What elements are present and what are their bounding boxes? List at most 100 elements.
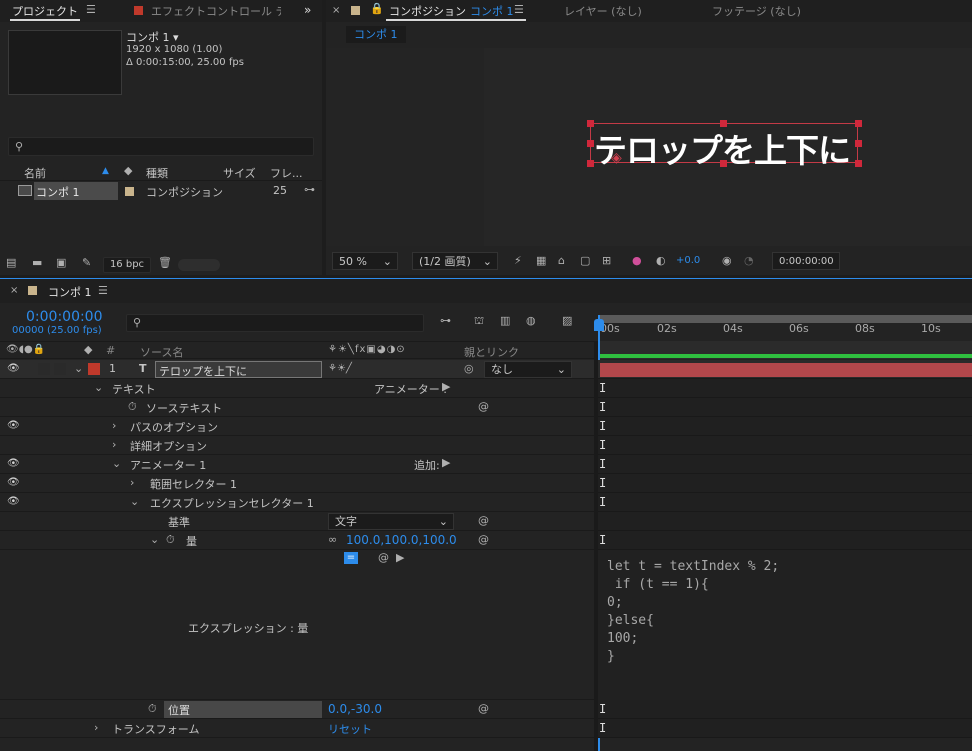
col-source-header[interactable]: ソース名 — [140, 344, 183, 360]
handle-br[interactable] — [855, 160, 862, 167]
prop-source-text-row[interactable]: ⏱ ソーステキスト @ — [0, 398, 594, 417]
fast-preview-icon[interactable]: ⚡ — [514, 255, 522, 267]
parent-select[interactable]: なし ⌄ — [484, 361, 572, 378]
viewer-timecode[interactable]: 0:00:00:00 — [772, 252, 840, 270]
visibility-icon[interactable]: 👁 — [7, 496, 20, 508]
brush-icon[interactable]: ✎ — [82, 257, 91, 269]
layer-track[interactable] — [598, 354, 972, 379]
tab-composition[interactable]: コンポジション — [389, 3, 466, 19]
expand-chevron-icon[interactable]: ⌄ — [112, 458, 121, 470]
expression-code[interactable]: let t = textIndex % 2; if (t == 1){ 0; }… — [607, 558, 779, 666]
prop-path-options-row[interactable]: 👁 › パスのオプション — [0, 417, 594, 436]
anchor-point-icon[interactable]: ◈ — [611, 151, 622, 165]
expand-chevron-icon[interactable]: ⌄ — [150, 534, 159, 546]
interpret-footage-icon[interactable]: ▤ — [6, 257, 16, 269]
expand-chevron-icon[interactable]: ⌄ — [94, 382, 103, 394]
col-name-header[interactable]: 名前 — [24, 165, 46, 181]
stopwatch-icon[interactable]: ⏱ — [128, 401, 137, 413]
frame-blending-icon[interactable]: ▥ — [500, 315, 510, 327]
col-frame-header[interactable]: フレ... — [270, 165, 303, 181]
link-icon[interactable]: ∞ — [328, 534, 337, 546]
new-comp-icon[interactable]: ▣ — [56, 257, 66, 269]
expression-spiral-icon[interactable]: @ — [478, 515, 489, 527]
expand-right-icon[interactable]: › — [112, 420, 116, 432]
item-name[interactable]: コンポ 1 — [36, 184, 80, 200]
tab-layer[interactable]: レイヤー (なし) — [564, 3, 642, 19]
prop-more-options-row[interactable]: › 詳細オプション — [0, 436, 594, 455]
animator-add-icon[interactable]: ▶ — [442, 381, 450, 393]
stopwatch-icon[interactable]: ⏱ — [148, 703, 157, 715]
solo-switch[interactable] — [54, 363, 66, 375]
label-tag-icon[interactable]: ◆ — [124, 165, 132, 177]
work-area-bar[interactable] — [598, 315, 972, 323]
visibility-icon[interactable]: 👁 — [7, 420, 20, 432]
handle-mr[interactable] — [855, 140, 862, 147]
add-icon[interactable]: ▶ — [442, 457, 450, 469]
handle-tr[interactable] — [855, 120, 862, 127]
time-ruler[interactable]: 00s 02s 04s 06s 08s 10s — [598, 315, 972, 359]
expand-right-icon[interactable]: › — [112, 439, 116, 451]
expand-right-icon[interactable]: › — [130, 477, 134, 489]
handle-bl[interactable] — [587, 160, 594, 167]
flowchart-icon[interactable]: ⊶ — [304, 184, 315, 196]
handle-tm[interactable] — [720, 120, 727, 127]
trash-icon[interactable]: 🗑 — [158, 257, 172, 269]
viewer-menu-icon[interactable]: ☰ — [514, 4, 524, 16]
project-scrollbar[interactable] — [178, 259, 220, 271]
prop-text-row[interactable]: ⌄ テキスト アニメーター : ▶ — [0, 379, 594, 398]
snapshot-icon[interactable]: ◉ — [722, 255, 732, 267]
exposure-icon[interactable]: ◐ — [656, 255, 666, 267]
switches-header-icon[interactable]: ⚘☀╲fx▣◕◑⊙ — [328, 344, 406, 356]
tab-composition-name[interactable]: コンポ 1 — [470, 3, 514, 19]
cti-head[interactable] — [594, 319, 604, 331]
expand-right-icon[interactable]: › — [94, 722, 98, 734]
resolution-select[interactable]: (1/2 画質) ⌄ — [412, 252, 498, 270]
handle-bm[interactable] — [720, 160, 727, 167]
timeline-menu-icon[interactable]: ☰ — [98, 285, 108, 297]
project-item-row[interactable]: コンポ 1 コンポジション 25 ⊶ — [0, 182, 322, 200]
expression-spiral-icon[interactable]: @ — [478, 401, 489, 413]
bpc-button[interactable]: 16 bpc — [103, 257, 151, 273]
tab-effect-controls[interactable]: エフェクトコントロール テ — [151, 3, 281, 19]
expression-spiral-icon[interactable]: @ — [478, 703, 489, 715]
prop-animator-row[interactable]: 👁 ⌄ アニメーター 1 追加: ▶ — [0, 455, 594, 474]
timeline-search-input[interactable]: ⚲ — [126, 314, 424, 332]
expand-chevron-icon[interactable]: ⌄ — [74, 363, 83, 375]
prop-position-row[interactable]: ⏱ 位置 0.0,-30.0 @ — [0, 700, 594, 719]
prop-range-selector-row[interactable]: 👁 › 範囲セレクター 1 — [0, 474, 594, 493]
tab-timeline-comp[interactable]: コンポ 1 — [48, 284, 92, 300]
close-icon[interactable]: × — [332, 5, 340, 17]
handle-ml[interactable] — [587, 140, 594, 147]
comp-flowchart-icon[interactable]: ⊶ — [440, 315, 451, 327]
layer-row[interactable]: 👁 ⌄ 1 T テロップを上下に ⚘☀╱ ◎ なし ⌄ — [0, 360, 594, 379]
expression-graph-icon[interactable]: @ — [378, 552, 389, 564]
audio-switch[interactable] — [38, 363, 50, 375]
pickwhip-icon[interactable]: ◎ — [464, 363, 474, 375]
layer-label-chip[interactable] — [88, 363, 100, 375]
position-value[interactable]: 0.0,-30.0 — [328, 702, 382, 716]
region-of-interest-icon[interactable]: ▢ — [580, 255, 590, 267]
expression-language-menu-icon[interactable]: ▶ — [396, 552, 404, 564]
visibility-icon[interactable]: 👁 — [7, 363, 20, 375]
prop-expr-selector-row[interactable]: 👁 ⌄ エクスプレッションセレクター 1 — [0, 493, 594, 512]
prop-basis-row[interactable]: 基準 文字 ⌄ @ — [0, 512, 594, 531]
motion-blur-icon[interactable]: ◍ — [526, 315, 536, 327]
layer-switches-icon[interactable]: ⚘☀╱ — [328, 363, 352, 375]
basis-select[interactable]: 文字 ⌄ — [328, 513, 454, 530]
close-icon[interactable]: × — [10, 285, 18, 297]
col-parent-header[interactable]: 親とリンク — [464, 344, 519, 360]
panel-overflow-icon[interactable]: » — [304, 4, 311, 16]
handle-tl[interactable] — [587, 120, 594, 127]
breadcrumb[interactable]: コンポ 1 — [346, 26, 406, 43]
timeline-timecode[interactable]: 0:00:00:00 — [26, 309, 103, 325]
stopwatch-icon[interactable]: ⏱ — [166, 534, 175, 546]
viewer-canvas[interactable]: テロップを上下に ◈ — [326, 48, 972, 246]
transparency-grid-icon[interactable]: ▦ — [536, 255, 546, 267]
prop-transform-row[interactable]: › トランスフォーム リセット — [0, 719, 594, 738]
layer-name-field[interactable]: テロップを上下に — [155, 361, 322, 378]
expression-spiral-icon[interactable]: @ — [478, 534, 489, 546]
mask-visibility-icon[interactable]: ⌂ — [558, 255, 565, 267]
lock-icon[interactable]: 🔒 — [370, 3, 384, 15]
exposure-value[interactable]: +0.0 — [676, 255, 700, 266]
amount-value[interactable]: 100.0,100.0,100.0 — [346, 533, 457, 547]
